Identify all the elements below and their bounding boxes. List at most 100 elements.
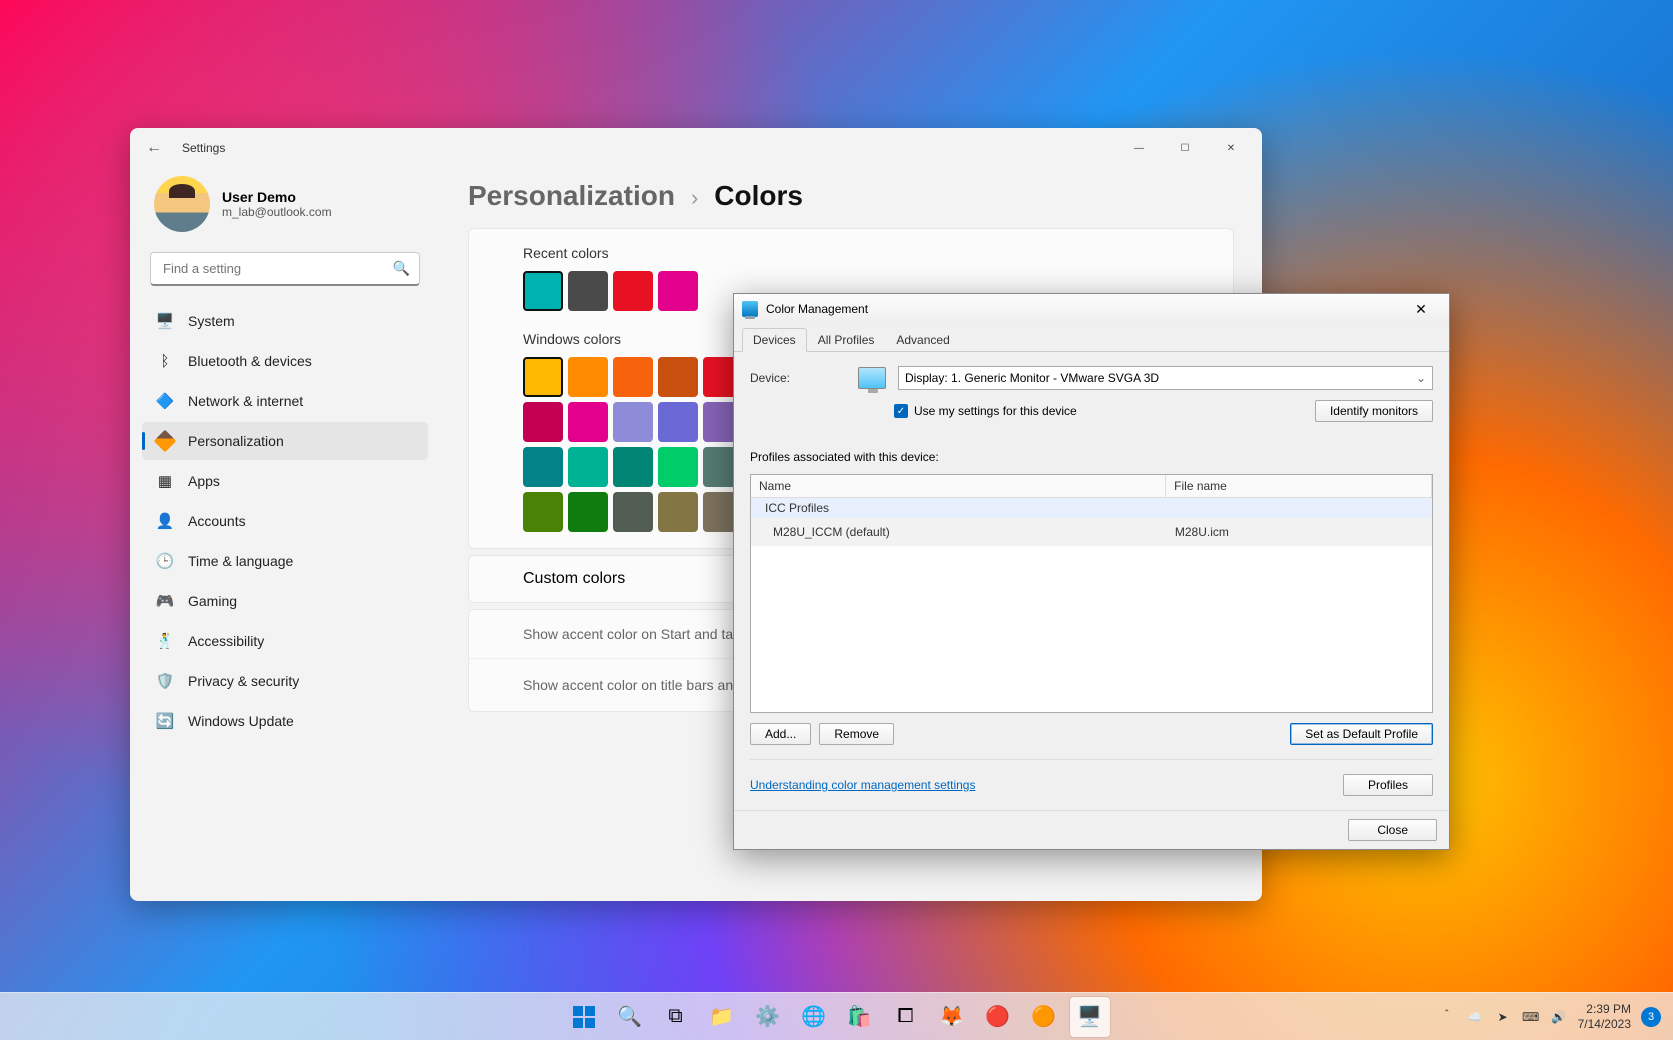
cm-close-button[interactable]: ✕ [1401,301,1441,318]
color-swatch[interactable] [613,357,653,397]
chrome-icon[interactable]: 🔴 [978,997,1018,1037]
tray-chevron-icon[interactable]: ＾ [1438,1008,1456,1025]
color-swatch[interactable] [658,357,698,397]
close-button[interactable]: Close [1348,819,1437,841]
sidebar-item-time-language[interactable]: 🕒Time & language [142,542,428,580]
color-swatch[interactable] [613,271,653,311]
task-view[interactable]: ⧉ [656,997,696,1037]
windows-logo-icon [573,1006,595,1028]
user-block[interactable]: User Demo m_lab@outlook.com [142,168,428,248]
color-swatch[interactable] [523,402,563,442]
color-swatch[interactable] [523,492,563,532]
window-title: Settings [182,141,225,155]
taskbar-search[interactable]: 🔍 [610,997,650,1037]
profiles-button[interactable]: Profiles [1343,774,1433,796]
device-select[interactable]: Display: 1. Generic Monitor - VMware SVG… [898,366,1433,390]
sidebar-item-label: Accounts [188,513,246,529]
privacy-security-icon: 🛡️ [156,672,174,690]
close-button[interactable]: ✕ [1208,132,1254,164]
color-swatch[interactable] [658,402,698,442]
taskbar-clock[interactable]: 2:39 PM 7/14/2023 [1578,1002,1631,1031]
location-icon[interactable]: ➤ [1494,1010,1512,1024]
tab-all-profiles[interactable]: All Profiles [807,328,886,351]
use-settings-label: Use my settings for this device [914,404,1077,418]
column-name[interactable]: Name [751,475,1166,497]
clock-time: 2:39 PM [1578,1002,1631,1016]
sidebar-item-windows-update[interactable]: 🔄Windows Update [142,702,428,740]
breadcrumb: Personalization › Colors [468,180,1234,212]
start-button[interactable] [564,997,604,1037]
sidebar-item-label: Time & language [188,553,293,569]
brave-icon[interactable]: 🟠 [1024,997,1064,1037]
color-swatch[interactable] [658,447,698,487]
profiles-list: Name File name ICC Profiles M28U_ICCM (d… [750,474,1433,713]
maximize-button[interactable]: ☐ [1162,132,1208,164]
sidebar-item-accounts[interactable]: 👤 Accounts [142,502,428,540]
search-input[interactable] [150,252,420,286]
network-internet-icon: 🔷 [156,392,174,410]
color-swatch[interactable] [523,271,563,311]
taskbar: 🔍 ⧉ 📁 ⚙️ 🌐 🛍️ ⧠ 🦊 🔴 🟠 🖥️ ＾ ☁️ ➤ ⌨ 🔊 2:39… [0,992,1673,1040]
tab-advanced[interactable]: Advanced [885,328,960,351]
column-file[interactable]: File name [1166,475,1432,497]
color-swatch[interactable] [568,402,608,442]
color-swatch[interactable] [658,271,698,311]
minimize-button[interactable]: — [1116,132,1162,164]
avatar [154,176,210,232]
tab-devices[interactable]: Devices [742,328,807,352]
sidebar-item-label: Gaming [188,593,237,609]
breadcrumb-parent[interactable]: Personalization [468,180,675,212]
personalization-icon [156,432,174,450]
sidebar-item-label: System [188,313,235,329]
sidebar-item-personalization[interactable]: Personalization [142,422,428,460]
firefox-icon[interactable]: 🦊 [932,997,972,1037]
remove-button[interactable]: Remove [819,723,894,745]
notification-badge[interactable]: 3 [1641,1007,1661,1027]
use-settings-checkbox[interactable]: ✓ [894,404,908,418]
color-swatch[interactable] [613,402,653,442]
chevron-down-icon: ⌄ [1416,371,1426,385]
back-button[interactable]: ← [138,139,170,157]
sidebar-item-apps[interactable]: ▦Apps [142,462,428,500]
list-item[interactable]: M28U_ICCM (default) M28U.icm [751,518,1432,546]
store-icon[interactable]: 🛍️ [840,997,880,1037]
add-button[interactable]: Add... [750,723,811,745]
sidebar-item-label: Privacy & security [188,673,299,689]
sidebar-item-accessibility[interactable]: 🕺Accessibility [142,622,428,660]
color-management-dialog: Color Management ✕ Devices All Profiles … [733,293,1450,850]
color-swatch[interactable] [568,447,608,487]
color-management-taskbar-icon[interactable]: 🖥️ [1070,997,1110,1037]
accounts-icon: 👤 [156,512,174,530]
volume-icon[interactable]: 🔊 [1550,1010,1568,1024]
file-explorer-icon[interactable]: 📁 [702,997,742,1037]
device-monitor-icon [858,367,886,389]
color-swatch[interactable] [568,271,608,311]
identify-monitors-button[interactable]: Identify monitors [1315,400,1433,422]
help-link[interactable]: Understanding color management settings [750,778,975,792]
color-swatch[interactable] [523,447,563,487]
chevron-right-icon: › [691,185,698,211]
sidebar-item-bluetooth-devices[interactable]: ᛒBluetooth & devices [142,342,428,380]
color-swatch[interactable] [613,492,653,532]
sidebar-item-privacy-security[interactable]: 🛡️ Privacy & security [142,662,428,700]
accessibility-icon: 🕺 [156,632,174,650]
sidebar-item-system[interactable]: 🖥️System [142,302,428,340]
apps-icon: ▦ [156,472,174,490]
onedrive-icon[interactable]: ☁️ [1466,1010,1484,1024]
set-default-button[interactable]: Set as Default Profile [1290,723,1433,745]
sidebar-item-network-internet[interactable]: 🔷Network & internet [142,382,428,420]
profile-file: M28U.icm [1167,521,1424,543]
titlebar: ← Settings — ☐ ✕ [130,128,1262,168]
settings-icon[interactable]: ⚙️ [748,997,788,1037]
breadcrumb-current: Colors [714,180,803,212]
terminal-icon[interactable]: ⧠ [886,997,926,1037]
color-swatch[interactable] [568,357,608,397]
color-swatch[interactable] [658,492,698,532]
color-swatch[interactable] [613,447,653,487]
edge-icon[interactable]: 🌐 [794,997,834,1037]
sidebar-item-gaming[interactable]: 🎮Gaming [142,582,428,620]
cm-tabs: Devices All Profiles Advanced [734,324,1449,352]
color-swatch[interactable] [523,357,563,397]
input-icon[interactable]: ⌨ [1522,1010,1540,1024]
color-swatch[interactable] [568,492,608,532]
